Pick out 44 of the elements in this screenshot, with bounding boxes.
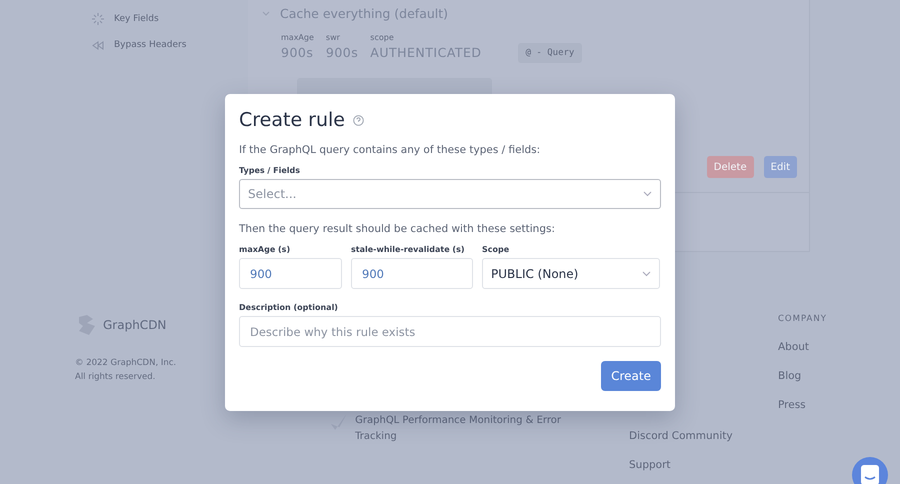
copyright-text: All rights reserved.: [75, 371, 156, 384]
field-label: maxAge (s): [239, 245, 292, 254]
field-label: Types / Fields: [239, 166, 301, 175]
stat-label: swr: [326, 33, 341, 42]
types-select[interactable]: Select...: [239, 179, 661, 209]
swr-input[interactable]: 900: [351, 258, 473, 289]
type-tag: @ - Query: [518, 43, 582, 63]
stat-value: 900s: [281, 45, 314, 60]
footer-link[interactable]: Press: [778, 399, 900, 411]
footer-link[interactable]: Discord Community: [629, 430, 778, 442]
sidebar-item[interactable]: Key Fields: [92, 10, 248, 28]
description-input[interactable]: Describe why this rule exists: [239, 316, 661, 347]
footer-heading: COMPANY: [778, 314, 828, 324]
stat-value: 900s: [326, 45, 358, 60]
sparkle-icon: [92, 13, 104, 25]
stat-label: maxAge: [281, 33, 314, 42]
field-label: Description (optional): [239, 303, 339, 312]
delete-button[interactable]: Delete: [706, 156, 754, 178]
edit-button[interactable]: Edit: [764, 156, 797, 178]
stat-label: scope: [370, 33, 395, 42]
create-button[interactable]: Create: [601, 361, 661, 391]
footer-link[interactable]: GraphQL Performance Monitoring & Error Tracking: [330, 413, 570, 445]
rewind-icon: [92, 40, 104, 50]
brand-name: GraphCDN: [103, 318, 166, 332]
sidebar-item[interactable]: Bypass Headers: [92, 36, 248, 54]
scope-select[interactable]: PUBLIC (None): [482, 258, 660, 289]
chat-button[interactable]: [852, 457, 888, 484]
instruction-text: If the GraphQL query contains any of these types / fields:: [239, 144, 542, 156]
chevron-down-icon: [642, 270, 651, 276]
field-label: stale-while-revalidate (s): [351, 245, 466, 254]
max-age-input[interactable]: 900: [239, 258, 342, 289]
footer-link[interactable]: About: [778, 341, 900, 353]
copyright-text: © 2022 GraphCDN, Inc.: [75, 357, 178, 370]
chevron-down-icon[interactable]: [262, 10, 270, 16]
help-icon[interactable]: [353, 114, 364, 126]
instruction-text: Then the query result should be cached with these settings:: [239, 223, 556, 235]
footer-link[interactable]: Blog: [778, 370, 900, 382]
stat-value: AUTHENTICATED: [370, 45, 482, 60]
chat-icon: [861, 465, 879, 484]
rule-title: Cache everything (default): [280, 6, 448, 21]
field-label: Scope: [482, 245, 510, 254]
chevron-down-icon: [643, 191, 652, 197]
footer-link[interactable]: Support: [629, 459, 778, 471]
dialog-title: Create rule: [239, 109, 345, 131]
